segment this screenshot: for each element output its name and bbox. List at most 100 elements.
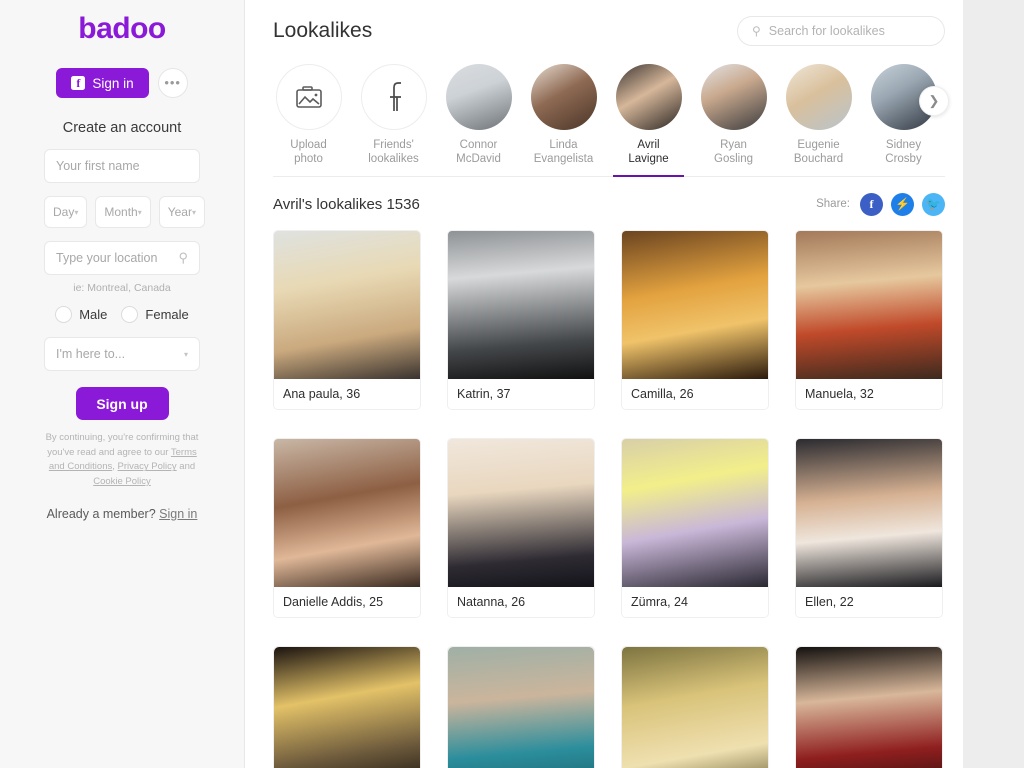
results-header: Avril's lookalikes 1536 Share: f ⚡ 🐦 — [273, 192, 945, 216]
lookalike-card[interactable]: Camilla, 26 — [621, 229, 769, 410]
carousel-item-linda[interactable]: Linda Evangelista — [528, 64, 599, 176]
carousel-item-label: Connor McDavid — [456, 139, 501, 166]
gender-option-female[interactable]: Female — [121, 306, 189, 323]
male-label: Male — [79, 307, 108, 322]
facebook-icon — [360, 64, 427, 130]
gender-group: Male Female — [44, 306, 200, 323]
lookalike-photo — [448, 230, 594, 379]
lookalike-photo — [448, 646, 594, 768]
already-member-text: Already a member? — [46, 506, 156, 521]
already-member-row: Already a member? Sign in — [44, 507, 200, 521]
lookalike-card[interactable]: Ana paula, 36 — [273, 229, 421, 410]
create-account-heading: Create an account — [62, 120, 182, 136]
lookalike-card[interactable]: Natanna, 26 — [447, 437, 595, 618]
badoo-logo: badoo — [78, 12, 166, 45]
celebrity-carousel: Upload photo Friends' lookalikes Connor McDav… — [273, 64, 949, 177]
lookalike-card[interactable]: Manuela, 32 — [795, 229, 943, 410]
lookalike-card[interactable]: Danielle Addis, 25 — [273, 437, 421, 618]
lookalikes-grid: Ana paula, 36 Katrin, 37 Camilla, 26 Manuel… — [273, 229, 945, 768]
carousel-item-connor[interactable]: Connor McDavid — [443, 64, 514, 176]
lookalike-photo — [796, 646, 942, 768]
lookalike-name: Ana paula, 36 — [274, 378, 420, 409]
privacy-link[interactable]: Privacy Policy — [118, 461, 177, 472]
lookalike-name: Manuela, 32 — [796, 378, 942, 409]
female-label: Female — [145, 307, 189, 322]
avatar — [615, 64, 682, 130]
signup-button[interactable]: Sign up — [75, 387, 169, 420]
search-input[interactable] — [768, 24, 930, 38]
month-select[interactable]: Month ▾ — [95, 196, 151, 228]
facebook-icon: f — [71, 76, 86, 90]
legal-disclaimer: By continuing, you're confirming that yo… — [44, 431, 200, 490]
carousel-item-avril[interactable]: Avril Lavigne — [613, 64, 684, 177]
chevron-down-icon: ▾ — [183, 349, 188, 359]
radio-male[interactable] — [55, 306, 73, 323]
year-select[interactable]: Year ▾ — [158, 196, 205, 228]
search-icon: ⚲ — [178, 250, 188, 265]
lookalike-photo — [622, 646, 768, 768]
carousel-next-button[interactable]: ❯ — [919, 86, 949, 116]
photo-icon — [275, 64, 342, 130]
share-facebook-icon[interactable]: f — [860, 192, 883, 216]
lookalike-card[interactable] — [447, 645, 595, 768]
share-twitter-icon[interactable]: 🐦 — [922, 192, 945, 216]
page-title: Lookalikes — [273, 19, 373, 42]
more-options-button[interactable]: ••• — [157, 68, 188, 98]
main-content: Lookalikes ⚲ Uploadphoto Friends'lookalik… — [245, 0, 963, 768]
search-lookalikes-box[interactable]: ⚲ — [737, 16, 945, 46]
avatar — [700, 64, 767, 130]
lookalike-card[interactable]: Ellen, 22 — [795, 437, 943, 618]
carousel-item-label: Eugenie Bouchard — [793, 139, 844, 166]
signin-label: Sign in — [92, 75, 134, 91]
carousel-item-label: Ryan Gosling — [714, 139, 753, 166]
location-field[interactable]: ⚲ — [44, 241, 200, 275]
avatar — [785, 64, 852, 130]
carousel-item-eugenie[interactable]: Eugenie Bouchard — [783, 64, 854, 176]
carousel-item-friends[interactable]: Friends' lookalikes — [358, 64, 429, 176]
lookalike-card[interactable] — [621, 645, 769, 768]
lookalike-photo — [274, 438, 420, 587]
carousel-item-label: Friends' lookalikes — [368, 139, 419, 166]
signup-sidebar: badoo f Sign in ••• Create an account Da… — [0, 0, 245, 768]
carousel-item-upload[interactable]: Upload photo — [273, 64, 344, 176]
carousel-item-ryan[interactable]: Ryan Gosling — [698, 64, 769, 176]
share-messenger-icon[interactable]: ⚡ — [891, 192, 914, 216]
day-select[interactable]: Day ▾ — [44, 196, 88, 228]
avatar — [445, 64, 512, 130]
lookalike-card[interactable] — [795, 645, 943, 768]
cookie-link[interactable]: Cookie Policy — [93, 476, 151, 487]
chevron-down-icon: ▾ — [191, 207, 196, 217]
location-hint: ie: Montreal, Canada — [73, 282, 171, 294]
carousel-item-label: Linda Evangelista — [533, 139, 594, 166]
app-page: badoo f Sign in ••• Create an account Da… — [0, 0, 963, 768]
carousel-item-label: Avril Lavigne — [628, 139, 669, 166]
carousel-item-sidney[interactable]: Sidney Crosby — [868, 64, 939, 176]
signin-link[interactable]: Sign in — [159, 507, 197, 521]
lookalike-name: Camilla, 26 — [622, 378, 768, 409]
location-input[interactable] — [56, 251, 175, 265]
main-header: Lookalikes ⚲ — [273, 0, 945, 46]
radio-female[interactable] — [121, 306, 139, 323]
avatar — [530, 64, 597, 130]
day-label: Day — [53, 205, 75, 219]
gender-option-male[interactable]: Male — [55, 306, 107, 323]
year-label: Year — [167, 205, 192, 219]
facebook-signin-button[interactable]: f Sign in — [56, 68, 149, 98]
intent-label: I'm here to... — [56, 347, 126, 361]
month-label: Month — [104, 205, 138, 219]
share-group: Share: f ⚡ 🐦 — [816, 192, 945, 216]
results-title: Avril's lookalikes 1536 — [273, 195, 420, 213]
chevron-down-icon: ▾ — [137, 207, 142, 217]
lookalike-card[interactable]: Zümra, 24 — [621, 437, 769, 618]
search-icon: ⚲ — [752, 24, 761, 38]
intent-select[interactable]: I'm here to... ▾ — [44, 337, 200, 371]
legal-sep2: and — [176, 461, 196, 473]
auth-row: f Sign in ••• — [44, 68, 200, 98]
lookalike-card[interactable] — [273, 645, 421, 768]
first-name-field[interactable] — [44, 149, 200, 183]
lookalike-name: Danielle Addis, 25 — [274, 586, 420, 617]
carousel-item-label: Upload photo — [290, 139, 327, 166]
lookalike-card[interactable]: Katrin, 37 — [447, 229, 595, 410]
lookalike-photo — [274, 646, 420, 768]
first-name-input[interactable] — [56, 159, 188, 173]
